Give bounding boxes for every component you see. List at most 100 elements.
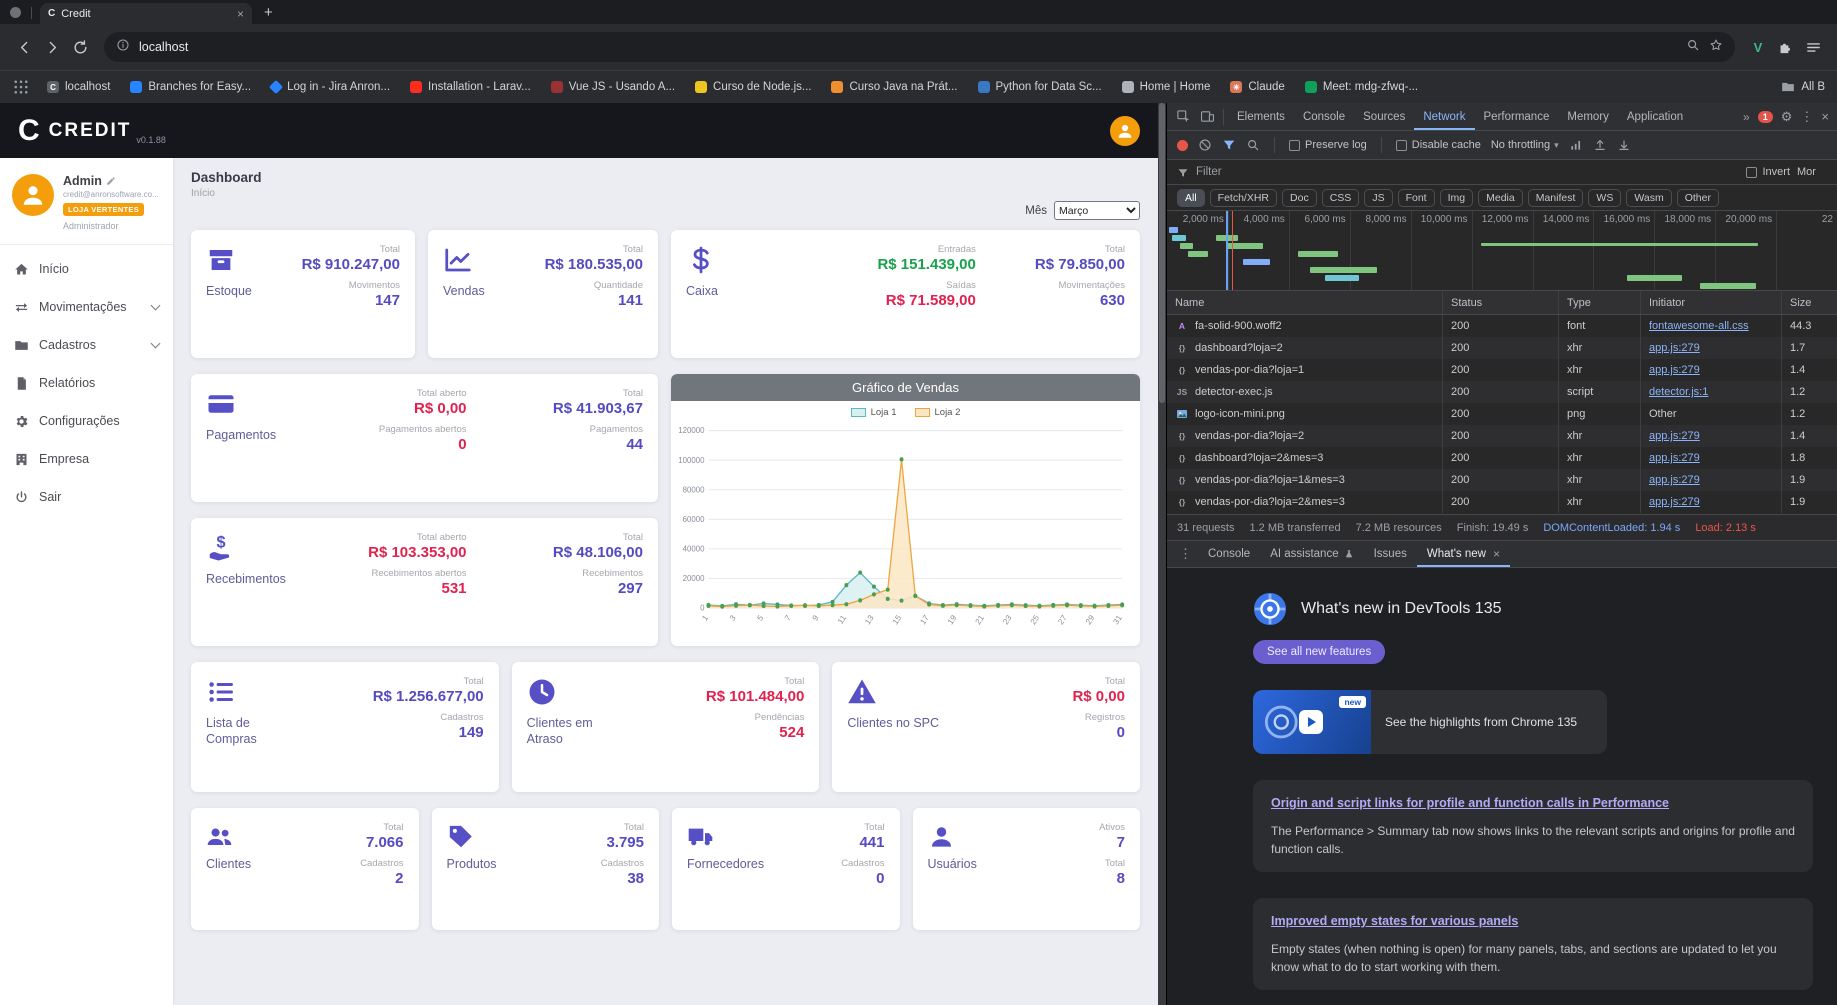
initiator-link[interactable]: app.js:279 (1649, 364, 1700, 376)
initiator-link[interactable]: fontawesome-all.css (1649, 320, 1749, 332)
user-avatar[interactable] (12, 174, 54, 216)
initiator-link[interactable]: app.js:279 (1649, 342, 1700, 354)
throttling-select[interactable]: No throttling ▾ (1491, 139, 1559, 151)
settings-gear-icon[interactable]: ⚙ (1781, 109, 1793, 125)
initiator-link[interactable]: app.js:279 (1649, 496, 1700, 508)
initiator-link[interactable]: app.js:279 (1649, 430, 1700, 442)
section-heading-link[interactable]: Origin and script links for profile and … (1271, 796, 1669, 810)
bookmark-item[interactable]: Branches for Easy... (121, 78, 260, 96)
network-conditions-icon[interactable] (1569, 138, 1583, 152)
record-icon[interactable] (1177, 139, 1188, 151)
filter-chip-manifest[interactable]: Manifest (1527, 188, 1584, 207)
devtools-tab-console[interactable]: Console (1294, 103, 1354, 130)
initiator-link[interactable]: app.js:279 (1649, 474, 1700, 486)
clear-icon[interactable] (1198, 138, 1212, 152)
sidebar-item-cadastros[interactable]: Cadastros (0, 326, 173, 364)
devtools-tab-performance[interactable]: Performance (1475, 103, 1559, 130)
column-header-size[interactable]: Size (1782, 291, 1837, 314)
address-bar[interactable]: localhost (104, 32, 1735, 62)
close-drawer-tab-icon[interactable]: × (1493, 547, 1500, 561)
network-request-row[interactable]: Afa-solid-900.woff2 200 font fontawesome-al… (1167, 315, 1837, 337)
drawer-tab-issues[interactable]: Issues (1364, 541, 1417, 567)
filter-chip-img[interactable]: Img (1439, 188, 1474, 207)
bookmark-item[interactable]: Curso de Node.js... (686, 78, 820, 96)
new-tab-button[interactable]: + (264, 4, 273, 21)
header-avatar[interactable] (1110, 115, 1140, 146)
preserve-log-checkbox[interactable]: Preserve log (1289, 139, 1367, 151)
filter-chip-doc[interactable]: Doc (1282, 188, 1317, 207)
reload-icon[interactable] (66, 33, 94, 61)
invert-checkbox[interactable]: Invert (1746, 166, 1790, 178)
filter-chip-other[interactable]: Other (1676, 188, 1719, 207)
initiator-link[interactable]: detector.js:1 (1649, 386, 1708, 398)
filter-chip-all[interactable]: All (1177, 188, 1205, 207)
network-request-row[interactable]: {} vendas-por-dia?loja=1 200 xhr app.js:279 1… (1167, 359, 1837, 381)
devtools-tab-elements[interactable]: Elements (1228, 103, 1294, 130)
search-icon[interactable] (1246, 138, 1260, 152)
forward-icon[interactable] (38, 33, 66, 61)
network-request-row[interactable]: {} vendas-por-dia?loja=2 200 xhr app.js:279 1… (1167, 425, 1837, 447)
sidebar-item-relatorios[interactable]: Relatórios (0, 364, 173, 402)
devtools-tab-network[interactable]: Network (1414, 103, 1474, 130)
drawer-tab-what-s-new[interactable]: What's new × (1417, 541, 1510, 567)
close-devtools-icon[interactable]: × (1821, 109, 1829, 124)
export-har-icon[interactable] (1617, 138, 1631, 152)
drawer-menu-icon[interactable]: ⋮ (1173, 546, 1198, 562)
network-request-row[interactable]: {} vendas-por-dia?loja=1&mes=3 200 xhr app.j… (1167, 469, 1837, 491)
devtools-tab-application[interactable]: Application (1618, 103, 1692, 130)
column-header-type[interactable]: Type (1559, 291, 1641, 314)
back-icon[interactable] (10, 33, 38, 61)
drawer-tab-ai-assistance[interactable]: AI assistance (1260, 541, 1363, 567)
browser-menu-icon[interactable] (1799, 33, 1827, 61)
network-request-row[interactable]: {} vendas-por-dia?loja=2&mes=3 200 xhr app.j… (1167, 491, 1837, 513)
sidebar-item-movimentacoes[interactable]: Movimentações (0, 288, 173, 326)
network-request-row[interactable]: {} dashboard?loja=2 200 xhr app.js:279 1.7 (1167, 337, 1837, 359)
bookmark-item[interactable]: Meet: mdg-zfwq-... (1296, 78, 1427, 96)
disable-cache-checkbox[interactable]: Disable cache (1395, 139, 1481, 151)
vue-devtools-extension-icon[interactable]: V (1745, 33, 1771, 61)
network-request-row[interactable]: JS detector-exec.js 200 script detector.js:1… (1167, 381, 1837, 403)
zoom-icon[interactable] (1686, 38, 1700, 57)
bookmark-item[interactable]: ✳ Claude (1221, 78, 1293, 96)
tab-close-icon[interactable]: × (237, 7, 244, 21)
import-har-icon[interactable] (1593, 138, 1607, 152)
bookmark-item[interactable]: Vue JS - Usando A... (542, 78, 684, 96)
more-filters-label[interactable]: Mor (1797, 166, 1827, 178)
devtools-menu-icon[interactable]: ⋮ (1800, 109, 1813, 125)
bookmark-item[interactable]: Curso Java na Prát... (822, 78, 966, 96)
bookmark-item[interactable]: Home | Home (1113, 78, 1220, 96)
sidebar-item-configuracoes[interactable]: Configurações (0, 402, 173, 440)
devtools-tab-memory[interactable]: Memory (1558, 103, 1618, 130)
column-header-name[interactable]: Name (1167, 291, 1443, 314)
sidebar-item-empresa[interactable]: Empresa (0, 440, 173, 478)
apps-grid-icon[interactable] (12, 78, 30, 96)
bookmark-item[interactable]: Log in - Jira Anron... (262, 78, 399, 96)
browser-tab-credit[interactable]: C Credit × (40, 3, 252, 24)
sidebar-item-inicio[interactable]: Início (0, 250, 173, 288)
initiator-link[interactable]: app.js:279 (1649, 452, 1700, 464)
filter-chip-js[interactable]: JS (1364, 188, 1393, 207)
error-count-badge[interactable]: 1 (1757, 110, 1773, 123)
filter-chip-css[interactable]: CSS (1321, 188, 1360, 207)
extensions-puzzle-icon[interactable] (1771, 33, 1799, 61)
month-select[interactable]: Março (1054, 201, 1140, 220)
device-toolbar-icon[interactable] (1195, 106, 1219, 128)
sidebar-item-sair[interactable]: Sair (0, 478, 173, 516)
page-scrollbar[interactable] (1158, 103, 1166, 1005)
network-request-row[interactable]: {} dashboard?loja=2&mes=3 200 xhr app.js:279… (1167, 447, 1837, 469)
section-heading-link[interactable]: Improved empty states for various panels (1271, 914, 1518, 928)
filter-chip-media[interactable]: Media (1478, 188, 1523, 207)
bookmark-item[interactable]: Clocalhost (38, 78, 119, 96)
site-info-icon[interactable] (116, 38, 130, 57)
drawer-tab-console[interactable]: Console (1198, 541, 1260, 567)
whats-new-highlight-card[interactable]: new See the highlights from Chrome 135 (1253, 690, 1607, 754)
column-header-initiator[interactable]: Initiator (1641, 291, 1782, 314)
bookmark-item[interactable]: Python for Data Sc... (969, 78, 1111, 96)
filter-chip-font[interactable]: Font (1397, 188, 1435, 207)
filter-input[interactable] (1196, 166, 1740, 178)
network-request-row[interactable]: logo-icon-mini.png 200 png Other 1.2 (1167, 403, 1837, 425)
filter-chip-wasm[interactable]: Wasm (1626, 188, 1672, 207)
all-bookmarks-button[interactable]: All B (1781, 80, 1825, 94)
filter-chip-fetch-xhr[interactable]: Fetch/XHR (1209, 188, 1278, 207)
scrollbar-thumb[interactable] (1159, 103, 1165, 403)
